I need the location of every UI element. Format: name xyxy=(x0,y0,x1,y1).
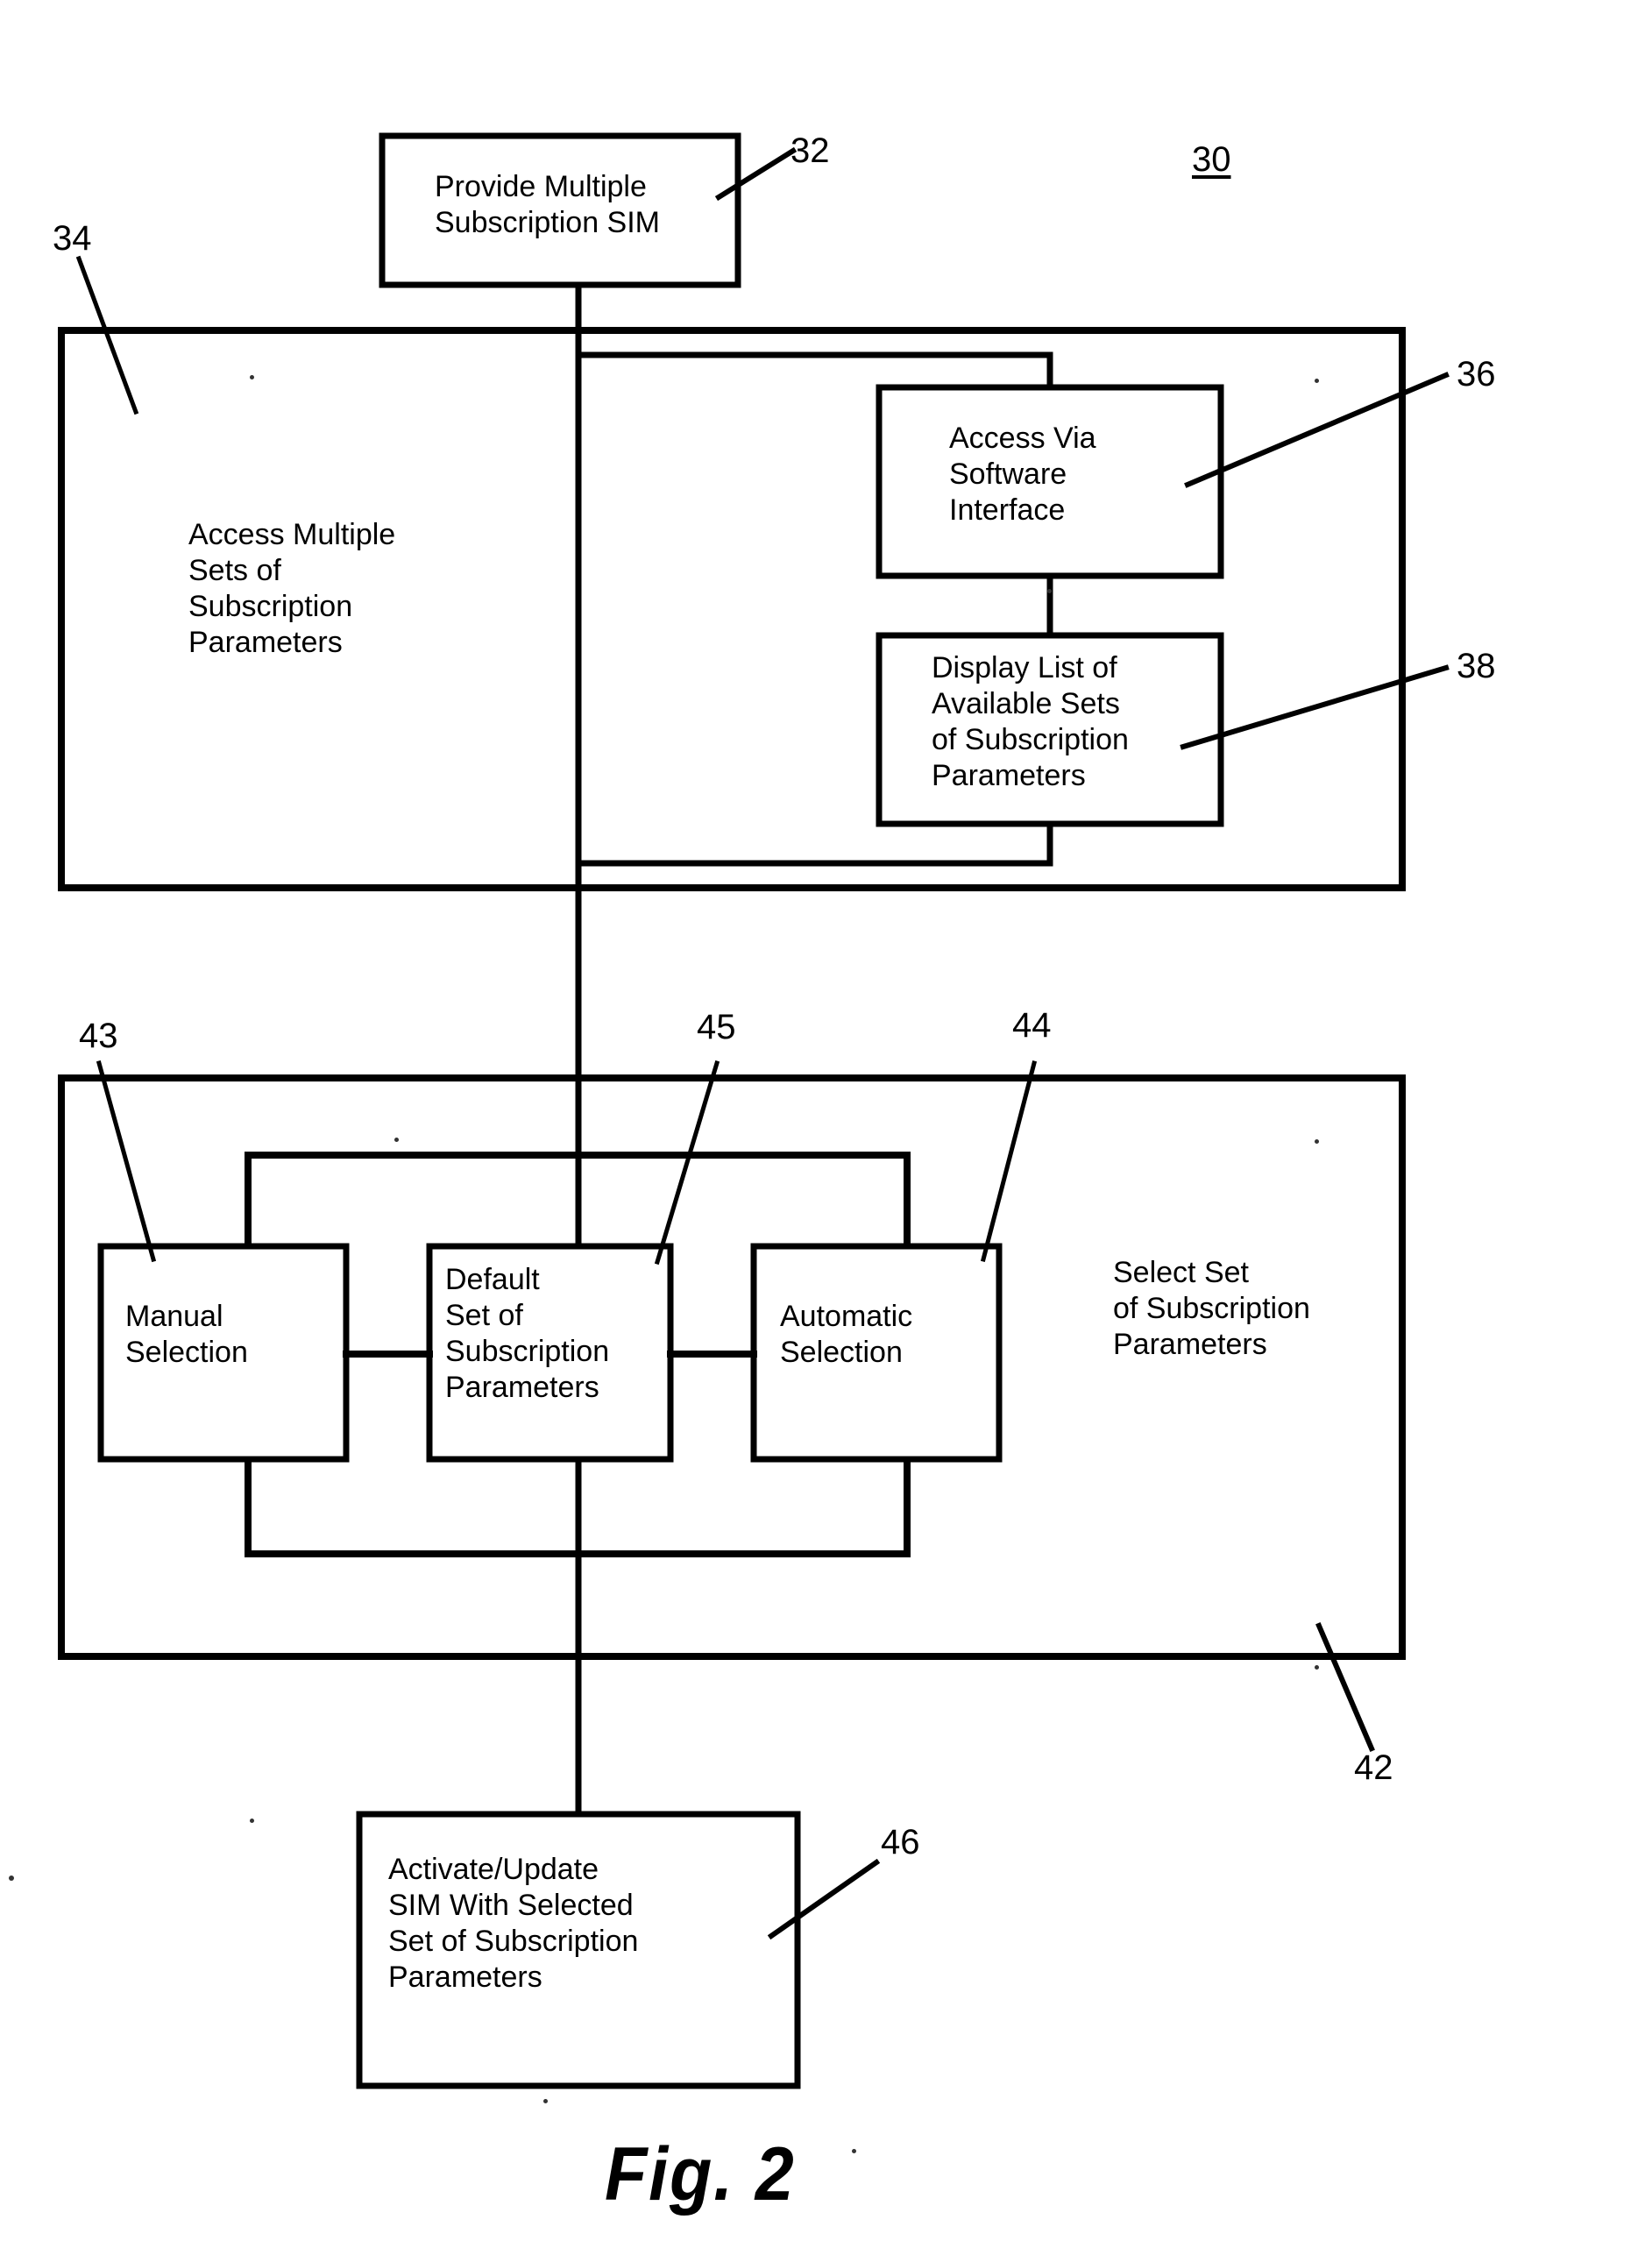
ref-numeral-44: 44 xyxy=(1012,1006,1052,1045)
leader-45 xyxy=(654,1060,720,1266)
node-label-manual: Manual Selection xyxy=(125,1300,248,1369)
bypass-rail-bottom xyxy=(575,820,1053,867)
ref-numeral-32: 32 xyxy=(791,131,830,170)
flowchart-lines xyxy=(58,132,1450,2089)
leader-36 xyxy=(1184,372,1450,488)
node-label-activate: Activate/Update SIM With Selected Set of… xyxy=(388,1853,639,1994)
ref-numeral-30: 30 xyxy=(1192,140,1231,179)
ref-numeral-36: 36 xyxy=(1457,355,1496,394)
leader-43 xyxy=(96,1060,157,1263)
node-label-display-list: Display List of Available Sets of Subscr… xyxy=(932,651,1129,792)
scan-speck xyxy=(1315,1665,1319,1670)
figure-caption: Fig. 2 xyxy=(605,2132,796,2216)
scan-speck xyxy=(1315,1139,1319,1144)
ref-numeral-46: 46 xyxy=(881,1823,920,1861)
leader-42 xyxy=(1315,1622,1375,1752)
ref-numeral-38: 38 xyxy=(1457,647,1496,685)
scan-speck xyxy=(1047,589,1052,593)
leader-44 xyxy=(980,1060,1038,1263)
scan-speck xyxy=(394,1138,399,1142)
ref-numeral-34: 34 xyxy=(53,219,92,258)
node-label-provide: Provide Multiple Subscription SIM xyxy=(435,170,660,239)
scan-speck xyxy=(250,375,254,379)
scan-speck xyxy=(1315,379,1319,383)
scan-speck xyxy=(852,2149,856,2153)
ref-numeral-45: 45 xyxy=(697,1008,736,1046)
node-label-default-set: Default Set of Subscription Parameters xyxy=(445,1263,610,1404)
node-label-select-set: Select Set of Subscription Parameters xyxy=(1113,1256,1310,1361)
leader-34 xyxy=(75,255,139,415)
bypass-rail-top xyxy=(575,351,1053,391)
scan-speck xyxy=(250,1819,254,1823)
scan-speck xyxy=(543,2099,548,2103)
node-label-access-software: Access Via Software Interface xyxy=(949,422,1096,527)
ref-numeral-42: 42 xyxy=(1354,1748,1393,1787)
patent-figure: Provide Multiple Subscription SIM Access… xyxy=(0,0,1652,2262)
node-label-access-multiple: Access Multiple Sets of Subscription Par… xyxy=(188,518,396,659)
ref-numeral-43: 43 xyxy=(79,1017,118,1055)
scan-speck xyxy=(9,1876,14,1881)
node-label-automatic: Automatic Selection xyxy=(780,1300,913,1369)
